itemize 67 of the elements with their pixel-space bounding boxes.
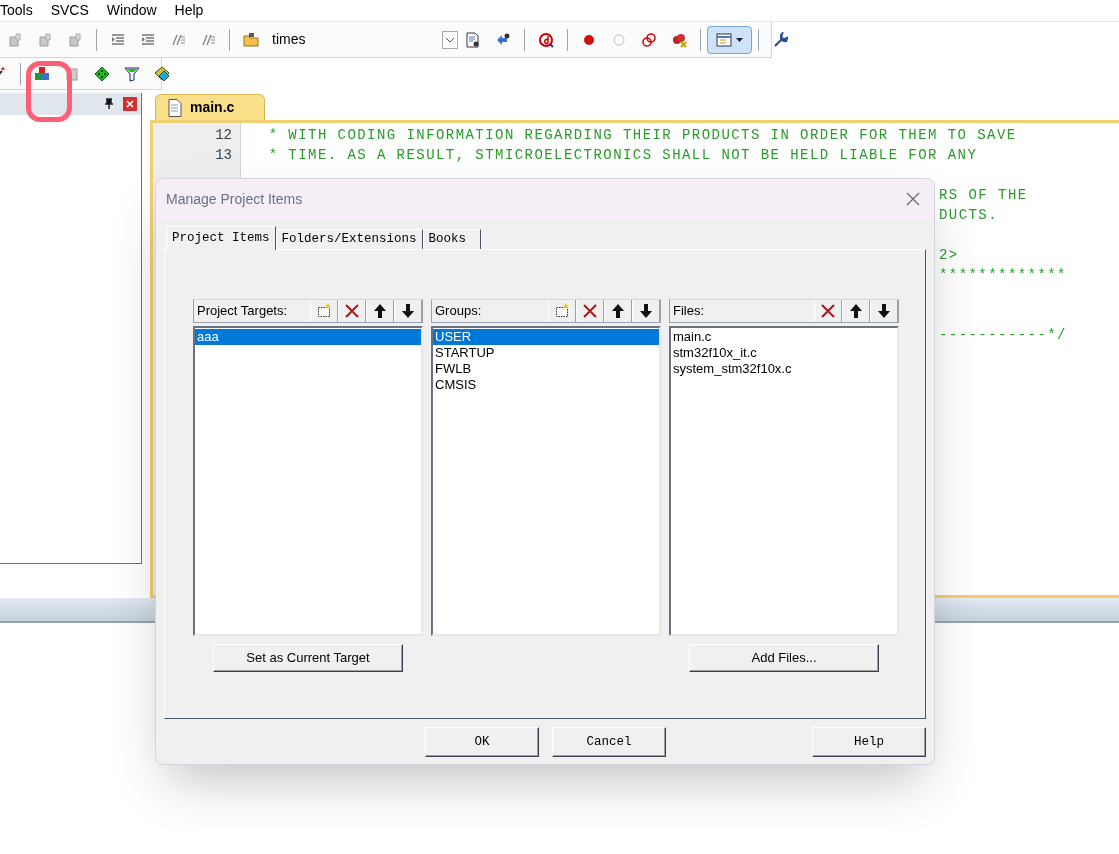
list-item[interactable]: CMSIS: [433, 377, 659, 393]
down-arrow-icon[interactable]: [638, 303, 654, 319]
list-item[interactable]: system_stm32f10x.c: [671, 361, 897, 377]
indent-icon[interactable]: [140, 31, 156, 48]
line-number: 13: [215, 145, 232, 165]
code-line: DUCTS.: [939, 205, 999, 225]
debug-icon[interactable]: [538, 31, 554, 48]
menu-item[interactable]: Tools: [0, 0, 33, 21]
dialog-tab[interactable]: Project Items: [166, 226, 276, 250]
up-arrow-icon[interactable]: [610, 303, 626, 319]
list-label: Files:: [672, 302, 706, 321]
rings-icon[interactable]: [641, 31, 657, 48]
menu-item[interactable]: SVCS: [32, 0, 89, 21]
window-icon: [716, 31, 732, 48]
diamond-icon[interactable]: [94, 65, 110, 82]
folder-icon[interactable]: [243, 31, 259, 48]
up-arrow-icon[interactable]: [372, 303, 388, 319]
list-label: Groups:: [434, 302, 483, 321]
dialog-tab[interactable]: Books: [422, 229, 482, 249]
wrench-icon[interactable]: [772, 31, 788, 48]
dialog-button[interactable]: Cancel: [552, 727, 666, 757]
up-arrow-icon[interactable]: [848, 303, 864, 319]
file-tab[interactable]: main.c: [155, 94, 265, 120]
action-button[interactable]: Set as Current Target: [213, 644, 403, 672]
dropdown-icon[interactable]: [442, 30, 458, 49]
new-item-icon[interactable]: [316, 303, 332, 319]
down-arrow-icon[interactable]: [400, 303, 416, 319]
delete-icon[interactable]: [344, 303, 360, 319]
code-line: -----------*/: [939, 325, 1067, 345]
indent-icon[interactable]: [110, 31, 126, 48]
code-line: 2>: [939, 245, 959, 265]
list-item[interactable]: STARTUP: [433, 345, 659, 361]
document-icon[interactable]: [64, 65, 80, 82]
find-field[interactable]: times: [268, 29, 442, 50]
pin-icon[interactable]: [103, 98, 115, 110]
list-label: Project Targets:: [196, 302, 289, 321]
list-item[interactable]: USER: [433, 329, 659, 345]
action-button[interactable]: Add Files...: [689, 644, 879, 672]
code-line: * TIME. AS A RESULT, STMICROELECTRONICS SHALL NOT BE HELD LIABLE FOR ANY: [267, 145, 978, 165]
document-icon: [168, 98, 182, 117]
code-line: * WITH CODING INFORMATION REGARDING THEIR PRODUCTS IN ORDER FOR THEM TO SAVE: [267, 125, 1017, 145]
boxes-icon[interactable]: [34, 65, 50, 82]
dialog-button[interactable]: Help: [812, 727, 926, 757]
caret-icon: [736, 37, 743, 42]
list-item[interactable]: main.c: [671, 329, 897, 345]
dialog-tab[interactable]: Folders/Extensions: [275, 229, 423, 249]
menu-item[interactable]: Window: [88, 0, 157, 21]
delete-icon[interactable]: [820, 303, 836, 319]
new-item-icon[interactable]: [554, 303, 570, 319]
window-button[interactable]: [707, 25, 752, 54]
line-number: 12: [215, 125, 232, 145]
down-arrow-icon[interactable]: [876, 303, 892, 319]
delete-icon[interactable]: [582, 303, 598, 319]
kill-breakpoint-icon[interactable]: [671, 31, 687, 48]
list-item[interactable]: aaa: [195, 329, 421, 345]
close-icon[interactable]: [123, 97, 137, 111]
dialog-title: Manage Project Items: [166, 189, 303, 209]
find-document-icon[interactable]: [465, 31, 481, 48]
diamonds-icon[interactable]: [154, 65, 170, 82]
list-item[interactable]: stm32f10x_it.c: [671, 345, 897, 361]
menu-item[interactable]: Help: [156, 0, 204, 21]
code-line: *************: [939, 265, 1067, 285]
close-icon[interactable]: [906, 192, 920, 206]
funnel-icon[interactable]: [124, 65, 140, 82]
list-item[interactable]: FWLB: [433, 361, 659, 377]
code-line: RS OF THE: [939, 185, 1028, 205]
dialog-button[interactable]: OK: [425, 727, 539, 757]
